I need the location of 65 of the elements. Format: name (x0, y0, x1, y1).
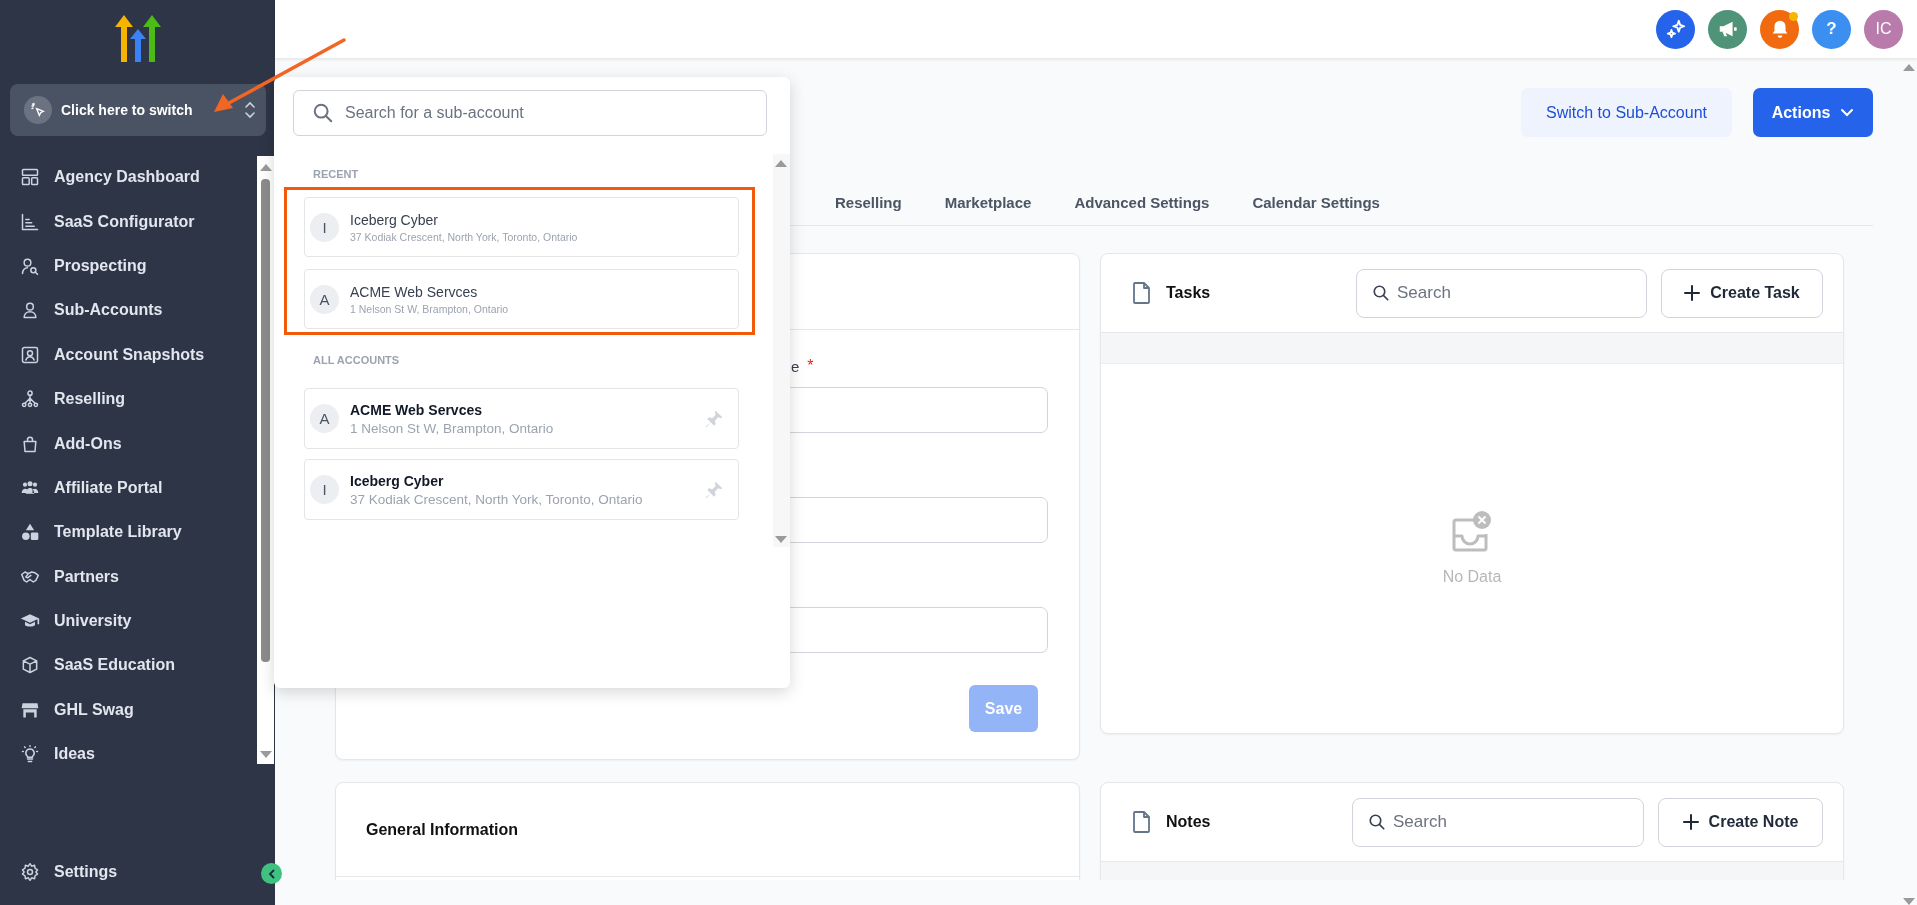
plus-icon (1684, 285, 1701, 301)
tab[interactable]: Calendar Settings (1252, 190, 1380, 226)
account-avatar: A (310, 284, 339, 314)
search-icon (312, 102, 334, 124)
account-name: Iceberg Cyber (350, 211, 439, 228)
account-name: Iceberg Cyber (350, 472, 445, 489)
empty-inbox-icon (1452, 510, 1492, 554)
account-address: 37 Kodiak Crescent, North York, Toronto, Ontario (350, 491, 644, 507)
sparkle-icon (1664, 18, 1687, 40)
account-avatar: I (310, 475, 339, 504)
scrollbar[interactable] (257, 156, 274, 764)
card-title: Tasks (1166, 284, 1212, 302)
lightbulb-icon (20, 744, 40, 765)
card-title: Notes (1166, 813, 1212, 831)
required-mark: * (807, 357, 814, 376)
switch-button[interactable]: Switch to Sub-Account (1521, 88, 1732, 137)
search-icon (1368, 813, 1386, 831)
account-avatar: A (310, 404, 339, 433)
bar-chart-icon (20, 211, 40, 232)
search-field[interactable]: Search (1356, 268, 1647, 318)
id-card-icon (20, 344, 40, 365)
chevron-updown-icon (244, 100, 256, 120)
sidebar-item[interactable]: Ideas (0, 732, 275, 777)
scrollbar[interactable] (773, 154, 790, 547)
document-icon (1132, 281, 1152, 305)
settings-icon (20, 861, 40, 882)
account-name: ACME Web Servces (350, 401, 483, 418)
card-title: General Information (366, 820, 519, 839)
cube-icon (20, 655, 40, 676)
account-switcher[interactable]: Click here to switch (10, 84, 266, 136)
account-item[interactable]: I Iceberg Cyber 37 Kodiak Crescent, North York, Toronto, Ontario (304, 197, 739, 257)
megaphone-button[interactable] (1708, 9, 1747, 49)
network-icon (20, 389, 40, 410)
create-button[interactable]: Create Task (1661, 268, 1823, 318)
account-item[interactable]: I Iceberg Cyber 37 Kodiak Crescent, North York, Toronto, Ontario (304, 459, 739, 520)
tab[interactable]: Marketplace (944, 190, 1032, 226)
shapes-icon (20, 522, 40, 543)
user-icon (20, 300, 40, 321)
account-address: 1 Nelson St W, Brampton, Ontario (350, 420, 555, 436)
search-field[interactable]: Search (1352, 797, 1644, 847)
search-field[interactable]: Search for a sub-account (293, 90, 767, 136)
empty-message: No Data (1442, 568, 1502, 586)
chevron-left-icon (266, 868, 277, 879)
plus-icon (1682, 814, 1699, 830)
account-avatar: I (310, 212, 339, 242)
tab[interactable]: Reselling (835, 190, 902, 226)
bell-button[interactable] (1760, 9, 1799, 49)
account-address: 37 Kodiak Crescent, North York, Toronto, Ontario (350, 230, 579, 243)
account-item[interactable]: A ACME Web Servces 1 Nelson St W, Brampton, Ontario (304, 269, 739, 329)
cursor-click-icon (24, 96, 52, 124)
account-item[interactable]: A ACME Web Servces 1 Nelson St W, Brampton, Ontario (304, 388, 739, 449)
sparkle-button[interactable] (1656, 9, 1695, 49)
document-icon (1132, 810, 1152, 834)
account-address: 1 Nelson St W, Brampton, Ontario (350, 302, 510, 315)
logo (114, 15, 161, 62)
create-button[interactable]: Create Note (1658, 797, 1823, 847)
account-name: ACME Web Servces (350, 283, 479, 300)
sidebar-item[interactable]: Settings (0, 849, 250, 894)
sidebar-item[interactable]: GHL Swag (0, 687, 275, 733)
tab[interactable]: Advanced Settings (1074, 190, 1210, 226)
layout-icon (20, 167, 40, 188)
section-heading: RECENT (312, 167, 360, 182)
section-heading: ALL ACCOUNTS (312, 353, 401, 368)
search-icon (1372, 284, 1390, 302)
actions-button[interactable]: Actions (1753, 88, 1873, 137)
